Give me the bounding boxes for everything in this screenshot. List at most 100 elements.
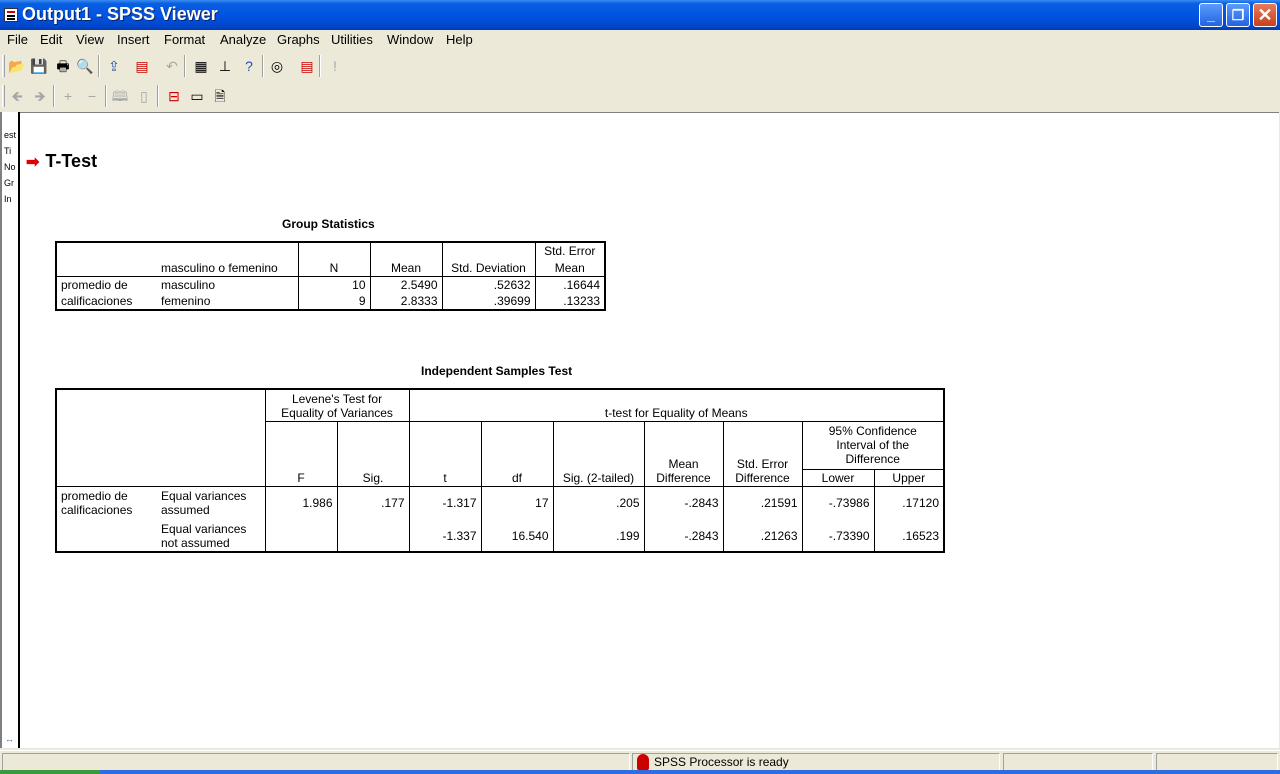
row-label-line2: calificaciones (61, 503, 133, 518)
insert-title-icon[interactable]: ▭ (186, 85, 208, 107)
save-icon[interactable]: 💾 (28, 55, 50, 77)
minimize-button[interactable]: _ (1199, 3, 1223, 27)
col-header-f: F (264, 421, 337, 487)
f-cell: 1.986 (264, 486, 337, 520)
promote-icon[interactable]: 🡸 (6, 85, 28, 107)
outline-toolbar: 🡸 🡺 + − 🕮 ▯ ⊟ ▭ 🗎 (0, 82, 236, 110)
status-cell (2, 753, 630, 771)
toolbar-separator (157, 85, 159, 107)
col-header-t: t (408, 421, 481, 487)
lower-cell: -.73390 (801, 520, 874, 552)
sig-cell: .177 (336, 486, 409, 520)
upper-cell: .16523 (873, 520, 944, 552)
md-line2: Difference (656, 470, 711, 485)
pane-splitter-icon[interactable]: ↔ (5, 734, 14, 744)
status-cell (1003, 753, 1153, 771)
menu-view[interactable]: View (76, 32, 104, 47)
outline-pane[interactable]: est Ti No Gr In ↔ (0, 112, 20, 748)
undo-icon[interactable]: ↶ (161, 55, 183, 77)
expand-icon[interactable]: + (57, 85, 79, 107)
ci-header: 95% Confidence Interval of the Differenc… (801, 421, 944, 470)
dialog-recall-icon[interactable]: ▤ (131, 55, 153, 77)
col-header-mean: Mean (369, 242, 442, 277)
menu-edit[interactable]: Edit (40, 32, 62, 47)
maximize-button[interactable]: ❐ (1226, 3, 1250, 27)
standard-toolbar: 📂 💾 🖶 🔍 ⇪ ▤ ↶ ▦ ⊥ ? ◎ ▤ ! (0, 52, 352, 80)
menu-format[interactable]: Format (164, 32, 205, 47)
variables-icon[interactable]: ? (238, 55, 260, 77)
processor-icon (637, 754, 649, 770)
demote-icon[interactable]: 🡺 (29, 85, 51, 107)
ci-line3: Difference (845, 451, 900, 466)
sd-cell: .52632 (441, 276, 535, 293)
export-icon[interactable]: ⇪ (103, 55, 125, 77)
menu-graphs[interactable]: Graphs (277, 32, 320, 47)
collapse-icon[interactable]: − (81, 85, 103, 107)
sig-cell (336, 520, 409, 552)
assumption-line2: not assumed (161, 535, 230, 550)
toolbar-separator (262, 55, 264, 77)
menu-insert[interactable]: Insert (117, 32, 150, 47)
select-cases-icon[interactable]: ▤ (296, 55, 318, 77)
ind-test-caption: Independent Samples Test (421, 364, 573, 378)
insert-text-icon[interactable]: 🗎 (209, 85, 231, 107)
assumption-line1: Equal variances (161, 489, 247, 504)
goto-data-icon[interactable]: ▦ (190, 55, 212, 77)
outline-item[interactable]: No (4, 162, 16, 172)
se-diff-cell: .21263 (722, 520, 802, 552)
menu-file[interactable]: File (7, 32, 28, 47)
ttest-header: t-test for Equality of Means (408, 389, 944, 422)
ci-line1: 95% Confidence (828, 423, 917, 438)
spss-app-icon[interactable] (4, 8, 18, 22)
se-line2: Difference (735, 470, 790, 485)
assumption-line2: assumed (161, 503, 210, 518)
goto-case-icon[interactable]: ⊥ (214, 55, 236, 77)
toolbar-separator (184, 55, 186, 77)
status-cell (1156, 753, 1278, 771)
col-header-upper: Upper (873, 469, 944, 487)
hide-icon[interactable]: ▯ (133, 85, 155, 107)
toolbar-grip[interactable] (2, 85, 5, 107)
menu-bar: File Edit View Insert Format Analyze Gra… (0, 30, 1280, 50)
outline-item[interactable]: In (4, 194, 12, 204)
open-icon[interactable]: 📂 (6, 55, 28, 77)
n-cell: 9 (297, 293, 370, 310)
selection-arrow-icon: ➡ (26, 154, 40, 171)
ttest-heading[interactable]: ➡ T-Test (26, 151, 97, 172)
print-preview-icon[interactable]: 🔍 (74, 55, 96, 77)
col-header-n: N (297, 242, 370, 277)
run-icon[interactable]: ! (324, 55, 346, 77)
levene-line2: Equality of Variances (281, 405, 393, 420)
mean-diff-cell: -.2843 (643, 520, 723, 552)
print-icon[interactable]: 🖶 (52, 55, 74, 77)
levene-header: Levene's Test for Equality of Variances (264, 389, 409, 422)
toolbar-separator (53, 85, 55, 107)
title-bar: Output1 - SPSS Viewer _ ❐ ✕ (0, 0, 1280, 30)
se-cell: .16644 (534, 276, 605, 293)
show-icon[interactable]: 🕮 (109, 85, 131, 107)
independent-samples-table[interactable]: Levene's Test for Equality of Variances … (55, 388, 945, 553)
outline-item[interactable]: Ti (4, 146, 11, 156)
menu-help[interactable]: Help (446, 32, 473, 47)
mean-cell: 2.5490 (369, 276, 442, 293)
df-cell: 17 (480, 486, 553, 520)
toolbar-grip[interactable] (2, 55, 5, 77)
menu-analyze[interactable]: Analyze (220, 32, 266, 47)
row-label: calificaciones (61, 294, 133, 308)
t-cell: -1.337 (408, 520, 481, 552)
insert-heading-icon[interactable]: ⊟ (163, 85, 185, 107)
row-label: promedio de (61, 278, 128, 292)
find-icon[interactable]: ◎ (266, 55, 288, 77)
f-cell (264, 520, 337, 552)
df-cell: 16.540 (480, 520, 553, 552)
close-button[interactable]: ✕ (1253, 3, 1277, 27)
group-statistics-table[interactable]: masculino o femenino N Mean Std. Deviati… (55, 241, 606, 311)
menu-window[interactable]: Window (387, 32, 433, 47)
toolbar-separator (105, 85, 107, 107)
outline-item[interactable]: est (4, 130, 16, 140)
levene-line1: Levene's Test for (291, 391, 383, 406)
output-content-pane[interactable]: ➡ T-Test Group Statistics masculino o fem… (20, 112, 1279, 748)
col-header-df: df (480, 421, 553, 487)
outline-item[interactable]: Gr (4, 178, 14, 188)
menu-utilities[interactable]: Utilities (331, 32, 373, 47)
